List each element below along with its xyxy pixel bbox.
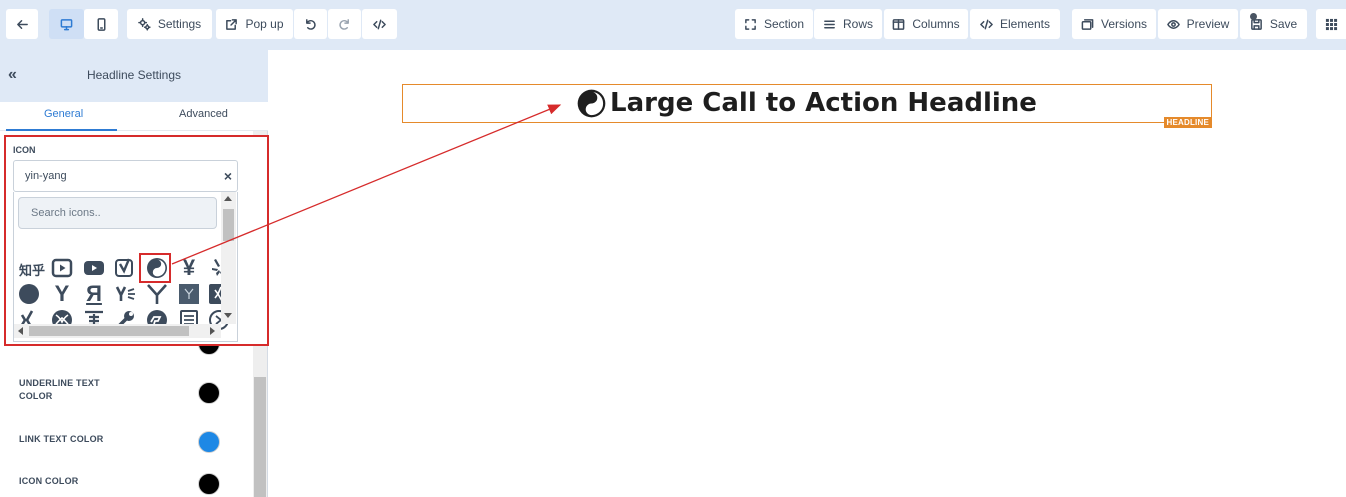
code-icon <box>373 19 386 29</box>
redo-button[interactable] <box>328 9 361 39</box>
zhihu-icon[interactable]: 知乎 <box>16 257 48 281</box>
desktop-view-button[interactable] <box>49 9 84 39</box>
yen-sign-icon[interactable]: ¥ <box>177 255 201 280</box>
link-text-color-swatch[interactable] <box>198 431 220 453</box>
back-button[interactable] <box>6 9 38 39</box>
selected-icon-highlight <box>139 253 171 283</box>
expand-icon <box>745 18 756 30</box>
settings-label: Settings <box>157 17 202 31</box>
yammer-icon[interactable]: Y <box>50 281 74 306</box>
preview-label: Preview <box>1186 17 1230 31</box>
tab-advanced[interactable]: Advanced <box>179 108 228 120</box>
underline-text-color-swatch[interactable] <box>198 382 220 404</box>
link-text-color-label: LINK TEXT COLOR <box>19 434 104 444</box>
icon-grid-hscroll-thumb[interactable] <box>29 326 189 336</box>
mobile-view-button[interactable] <box>84 9 118 39</box>
icon-select[interactable]: yin-yang × <box>13 160 238 192</box>
undo-button[interactable] <box>294 9 327 39</box>
underline-text-color-label: UNDERLINE TEXT COLOR <box>19 378 100 401</box>
headline-element-tag: HEADLINE <box>1163 117 1212 128</box>
rows-label: Rows <box>842 17 873 31</box>
columns-icon <box>892 18 905 30</box>
scroll-right-arrow[interactable] <box>210 327 215 335</box>
top-toolbar: Settings Pop up Section Rows Columns Ele… <box>0 0 1346 50</box>
icon-color-swatch[interactable] <box>198 473 220 495</box>
mobile-icon <box>97 17 105 31</box>
headline-text: Large Call to Action Headline <box>610 88 1037 118</box>
redo-icon <box>339 18 349 30</box>
scroll-up-arrow[interactable] <box>224 196 232 201</box>
y-combinator-square-icon[interactable] <box>177 282 201 306</box>
collapse-sidebar-icon[interactable]: « <box>8 66 17 84</box>
yandex-icon[interactable]: Я <box>82 281 106 306</box>
youtube-icon[interactable] <box>82 256 106 280</box>
icon-search-input[interactable]: Search icons.. <box>18 197 217 229</box>
youtube-square-icon[interactable] <box>50 256 74 280</box>
columns-button[interactable]: Columns <box>884 9 968 39</box>
versions-button[interactable]: Versions <box>1072 9 1156 39</box>
active-tab-indicator <box>6 129 117 131</box>
preview-button[interactable]: Preview <box>1158 9 1238 39</box>
yandex-international-icon[interactable] <box>113 282 137 306</box>
icon-dropdown: Search icons.. 知乎 ¥ Y Я <box>13 192 238 342</box>
settings-button[interactable]: Settings <box>127 9 212 39</box>
y-combinator-icon[interactable] <box>145 282 169 306</box>
elements-label: Elements <box>999 17 1051 31</box>
grid-icon <box>1325 18 1337 30</box>
yin-yang-icon <box>577 89 606 117</box>
icon-grid-scroll-thumb[interactable] <box>223 209 234 241</box>
scroll-left-arrow[interactable] <box>18 327 23 335</box>
versions-icon <box>1081 18 1094 30</box>
icon-picker-panel: ICON yin-yang × Search icons.. 知乎 ¥ Y Я <box>4 135 269 346</box>
rows-icon <box>824 20 835 28</box>
sidebar-scroll-thumb[interactable] <box>254 377 266 497</box>
icon-grid-horizontal-scrollbar[interactable] <box>14 324 221 338</box>
arrow-left-icon <box>16 19 28 29</box>
headline[interactable]: Large Call to Action Headline <box>403 88 1211 118</box>
yoast-icon[interactable] <box>113 256 137 280</box>
popup-label: Pop up <box>245 17 284 31</box>
eye-icon <box>1166 19 1180 29</box>
icon-grid-vertical-scrollbar[interactable] <box>221 192 236 324</box>
sidebar-title: Headline Settings <box>86 68 182 82</box>
sidebar-tabs: General Advanced <box>0 102 268 131</box>
columns-label: Columns <box>912 17 960 31</box>
monitor-icon <box>60 18 73 30</box>
popup-button[interactable]: Pop up <box>216 9 293 39</box>
page-canvas: Large Call to Action Headline HEADLINE <box>269 50 1346 497</box>
icon-color-label: ICON COLOR <box>19 476 79 486</box>
external-popup-icon <box>226 18 238 30</box>
save-label: Save <box>1269 17 1298 31</box>
headline-element[interactable]: Large Call to Action Headline HEADLINE <box>402 84 1212 128</box>
code-icon <box>980 19 993 29</box>
sidebar-header: Headline Settings « <box>0 50 268 102</box>
unsaved-indicator <box>1250 13 1257 20</box>
clear-icon[interactable]: × <box>224 168 232 184</box>
section-label: Section <box>763 17 805 31</box>
elements-button[interactable]: Elements <box>970 9 1060 39</box>
rows-button[interactable]: Rows <box>814 9 882 39</box>
gears-icon <box>137 17 151 31</box>
versions-label: Versions <box>1100 17 1148 31</box>
scroll-down-arrow[interactable] <box>224 313 232 318</box>
save-button[interactable]: Save <box>1240 9 1307 39</box>
icon-field-label: ICON <box>13 145 36 155</box>
code-button[interactable] <box>362 9 397 39</box>
tab-general[interactable]: General <box>44 108 83 120</box>
icon-select-value: yin-yang <box>25 170 67 182</box>
section-button[interactable]: Section <box>735 9 813 39</box>
apps-menu-button[interactable] <box>1316 9 1346 39</box>
circle-icon[interactable] <box>17 282 41 306</box>
undo-icon <box>306 18 316 30</box>
